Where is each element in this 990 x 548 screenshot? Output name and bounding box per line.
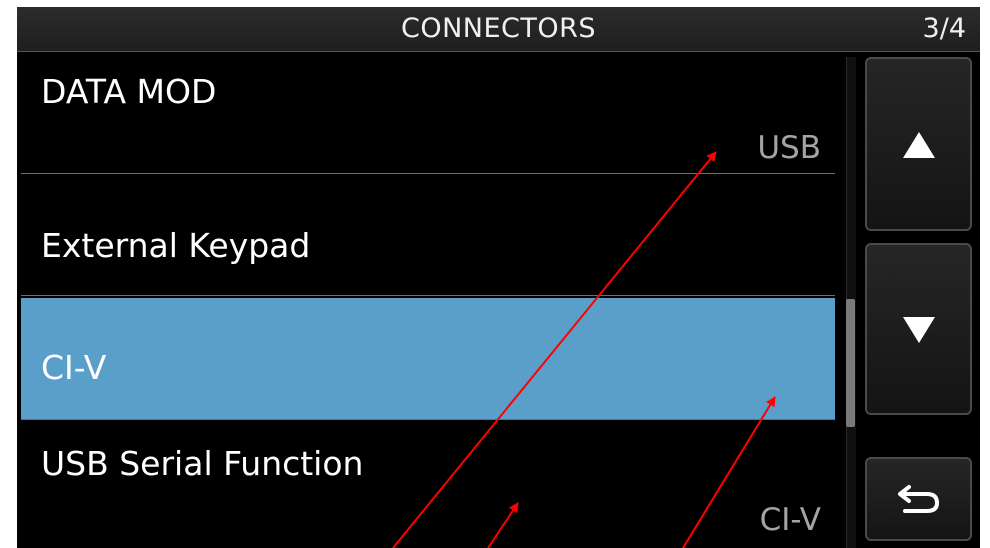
page-title: CONNECTORS [400,13,597,44]
menu-item-value: USB [757,130,821,166]
menu-item-label: DATA MOD [41,72,217,111]
menu-item-value: CI-V [759,502,821,538]
menu-item-usb-serial-function[interactable]: USB Serial Function CI-V [21,424,835,546]
menu-item-label: USB Serial Function [41,444,364,483]
scrollbar-thumb[interactable] [846,299,855,427]
menu-list: DATA MOD USB External Keypad CI-V USB Se… [17,52,835,548]
radio-display: CONNECTORS 3/4 DATA MOD USB External Key… [17,7,980,548]
menu-item-ci-v[interactable]: CI-V [21,298,835,420]
menu-item-label: External Keypad [41,226,311,265]
scroll-up-button[interactable] [865,57,972,231]
scroll-down-button[interactable] [865,243,972,415]
down-triangle-icon [903,317,935,343]
title-bar: CONNECTORS 3/4 [17,7,980,52]
page-indicator: 3/4 [922,13,966,44]
menu-item-external-keypad[interactable]: External Keypad [21,174,835,296]
back-button[interactable] [865,457,972,541]
menu-item-label: CI-V [41,348,107,387]
return-arrow-icon [898,485,940,513]
up-triangle-icon [903,132,935,158]
menu-item-data-mod[interactable]: DATA MOD USB [21,52,835,174]
